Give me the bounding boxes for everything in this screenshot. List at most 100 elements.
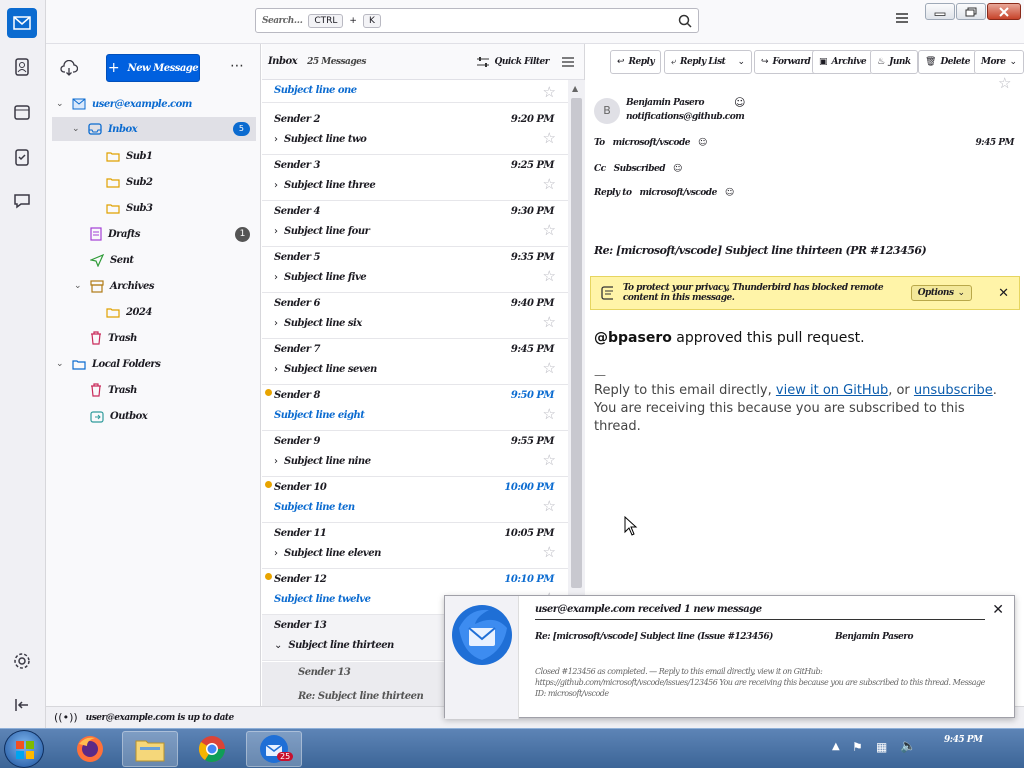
folder-pane-menu-button[interactable]: ⋯ — [230, 58, 244, 74]
volume-icon[interactable]: 🔈 — [900, 739, 916, 754]
chevron-down-icon[interactable]: ⌄ — [737, 57, 745, 67]
get-messages-button[interactable] — [60, 59, 79, 79]
star-icon[interactable]: ☆ — [543, 359, 556, 377]
star-icon[interactable]: ☆ — [543, 543, 556, 561]
minimize-button[interactable] — [925, 3, 955, 20]
star-icon[interactable]: ☆ — [543, 497, 556, 515]
forward-icon: ↪ — [761, 57, 769, 67]
chat-button[interactable] — [7, 186, 37, 216]
to-row: To microsoft/vscode ☺ 9:45 PM — [594, 138, 1015, 148]
list-item[interactable]: Sender 5 9:35 PM › Subject line five ☆ — [262, 247, 568, 293]
restore-button[interactable] — [956, 3, 986, 20]
chevron-right-icon[interactable]: › — [274, 318, 278, 329]
collapse-spaces-button[interactable] — [7, 690, 37, 720]
list-display-options-icon[interactable] — [561, 56, 575, 68]
contact-icon[interactable]: ☺ — [698, 138, 707, 148]
list-item[interactable]: Sender 6 9:40 PM › Subject line six ☆ — [262, 293, 568, 339]
reply-list-button[interactable]: ⤶ Reply List ⌄ — [664, 50, 752, 74]
contact-icon[interactable]: ☺ — [734, 96, 745, 109]
folder-archives[interactable]: ⌄ Archives — [74, 274, 155, 298]
list-item[interactable]: Subject line one ☆ — [262, 81, 568, 103]
star-icon[interactable]: ☆ — [543, 267, 556, 285]
start-button[interactable] — [4, 730, 44, 768]
list-item[interactable]: Sender 9 9:55 PM › Subject line nine ☆ — [262, 431, 568, 477]
taskbar-chrome[interactable] — [184, 731, 240, 767]
separator: — — [594, 368, 606, 382]
star-icon[interactable]: ☆ — [543, 313, 556, 331]
list-item[interactable]: Sender 4 9:30 PM › Subject line four ☆ — [262, 201, 568, 247]
star-icon[interactable]: ☆ — [543, 175, 556, 193]
list-item[interactable]: Sender 2 9:20 PM › Subject line two ☆ — [262, 109, 568, 155]
network-icon[interactable]: ▦ — [876, 740, 887, 754]
approver-mention[interactable]: @bpasero — [594, 330, 672, 346]
inbox-icon — [88, 123, 102, 135]
forward-button[interactable]: ↪ Forward — [754, 50, 818, 74]
folder-sent[interactable]: Sent — [90, 248, 134, 272]
action-center-flag-icon[interactable]: ⚑ — [852, 740, 863, 754]
chevron-right-icon[interactable]: › — [274, 134, 278, 145]
scrollbar-thumb[interactable] — [571, 98, 582, 588]
delete-button[interactable]: 🗑 Delete — [918, 50, 977, 74]
star-icon[interactable]: ☆ — [998, 74, 1011, 92]
star-icon[interactable]: ☆ — [543, 221, 556, 239]
local-folders-row[interactable]: ⌄ Local Folders — [56, 352, 161, 376]
chevron-down-icon[interactable]: ⌄ — [274, 640, 282, 651]
new-mail-notification[interactable]: user@example.com received 1 new message … — [444, 595, 1015, 719]
view-on-github-link[interactable]: view it on GitHub — [776, 383, 888, 398]
contact-icon[interactable]: ☺ — [725, 188, 734, 198]
folder-trash[interactable]: Trash — [90, 326, 137, 350]
list-item[interactable]: Sender 7 9:45 PM › Subject line seven ☆ — [262, 339, 568, 385]
chevron-right-icon[interactable]: › — [274, 226, 278, 237]
folder-archive-year[interactable]: 2024 — [106, 300, 152, 324]
mail-space-button[interactable] — [7, 8, 37, 38]
chevron-right-icon[interactable]: › — [274, 180, 278, 191]
address-book-button[interactable] — [7, 52, 37, 82]
folder-sub3[interactable]: Sub3 — [106, 196, 153, 220]
clock[interactable]: 9:45 PM — [944, 735, 983, 745]
new-message-button[interactable]: + New Message — [106, 54, 200, 82]
global-search-bar[interactable]: Search… CTRL + K — [255, 8, 699, 33]
taskbar-firefox[interactable] — [62, 731, 118, 767]
taskbar-explorer[interactable] — [122, 731, 178, 767]
chevron-right-icon[interactable]: › — [274, 272, 278, 283]
close-icon[interactable]: ✕ — [998, 286, 1009, 301]
close-window-button[interactable] — [987, 3, 1021, 20]
contact-icon[interactable]: ☺ — [673, 164, 682, 174]
from-name[interactable]: Benjamin Pasero — [626, 98, 704, 108]
account-row[interactable]: ⌄ user@example.com — [46, 92, 260, 116]
quick-filter-button[interactable]: Quick Filter — [476, 56, 549, 68]
folder-sub1[interactable]: Sub1 — [106, 144, 153, 168]
list-item[interactable]: Sender 11 10:05 PM › Subject line eleven ☆ — [262, 523, 568, 569]
spaces-toolbar — [0, 0, 46, 728]
options-button[interactable]: Options ⌄ — [910, 285, 973, 301]
archive-button[interactable]: ▣ Archive — [812, 50, 874, 74]
close-icon[interactable]: ✕ — [992, 602, 1004, 618]
taskbar-thunderbird[interactable]: 25 — [246, 731, 302, 767]
show-hidden-icons-button[interactable]: ▲ — [832, 741, 840, 752]
folder-local-trash[interactable]: Trash — [90, 378, 137, 402]
star-icon[interactable]: ☆ — [543, 83, 556, 101]
list-item[interactable]: Sender 10 10:00 PM Subject line ten ☆ — [262, 477, 568, 523]
app-menu-button[interactable] — [895, 12, 909, 27]
tasks-button[interactable] — [7, 142, 37, 172]
star-icon[interactable]: ☆ — [543, 129, 556, 147]
chevron-right-icon[interactable]: › — [274, 456, 278, 467]
reply-button[interactable]: ↩ Reply — [610, 50, 662, 74]
list-item[interactable]: Sender 8 9:50 PM Subject line eight ☆ — [262, 385, 568, 431]
scroll-up-arrow[interactable]: ▲ — [572, 84, 578, 93]
folder-inbox[interactable]: ⌄ Inbox 5 — [52, 117, 256, 141]
calendar-button[interactable] — [7, 97, 37, 127]
unsubscribe-link[interactable]: unsubscribe — [914, 383, 993, 398]
folder-sub2[interactable]: Sub2 — [106, 170, 153, 194]
more-button[interactable]: More ⌄ — [974, 50, 1024, 74]
star-icon[interactable]: ☆ — [543, 451, 556, 469]
settings-button[interactable] — [7, 646, 37, 676]
folder-outbox[interactable]: Outbox — [90, 404, 148, 428]
junk-button[interactable]: ♨ Junk — [870, 50, 918, 74]
chevron-right-icon[interactable]: › — [274, 364, 278, 375]
folder-drafts[interactable]: Drafts 1 — [90, 222, 250, 246]
online-status-icon[interactable]: ((•)) — [54, 711, 78, 724]
chevron-right-icon[interactable]: › — [274, 548, 278, 559]
list-item[interactable]: Sender 3 9:25 PM › Subject line three ☆ — [262, 155, 568, 201]
star-icon[interactable]: ☆ — [543, 405, 556, 423]
